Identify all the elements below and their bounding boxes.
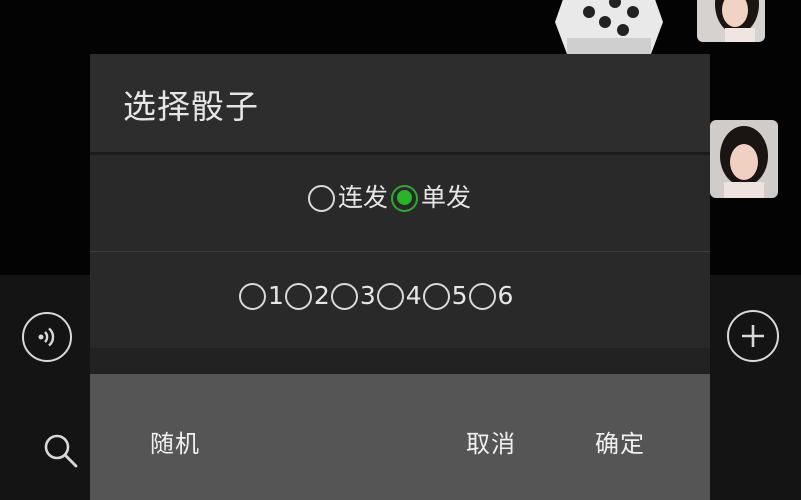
dialog-header: 选择骰子 <box>90 54 710 152</box>
avatar[interactable] <box>710 120 778 198</box>
radio-circle[interactable] <box>376 282 404 310</box>
radio-number-3[interactable]: 3 <box>330 281 377 311</box>
plus-icon <box>742 325 764 347</box>
dice-select-dialog: 选择骰子 连发 单发 1 2 3 4 5 6 随机 取消 确定 <box>90 54 710 500</box>
radio-label: 单发 <box>421 183 472 212</box>
dice-icon <box>555 0 663 54</box>
mode-radio-group: 连发 单发 <box>308 183 474 213</box>
radio-mode-single[interactable]: 单发 <box>391 183 474 213</box>
random-button[interactable]: 随机 <box>150 424 200 459</box>
radio-circle[interactable] <box>284 282 312 310</box>
radio-mode-burst[interactable]: 连发 <box>308 183 391 213</box>
radio-label: 5 <box>451 281 468 310</box>
radio-label: 4 <box>405 281 422 310</box>
input-bar-right <box>711 275 801 500</box>
mode-row: 连发 单发 <box>90 155 710 251</box>
avatar[interactable] <box>697 0 765 42</box>
radio-number-1[interactable]: 1 <box>239 281 285 311</box>
dialog-title: 选择骰子 <box>123 87 259 126</box>
radio-circle[interactable] <box>239 282 266 310</box>
cancel-button[interactable]: 取消 <box>466 424 516 459</box>
dice-message[interactable] <box>553 0 665 60</box>
radio-circle[interactable] <box>422 282 450 310</box>
radio-label: 连发 <box>338 183 389 212</box>
voice-button[interactable] <box>22 312 72 362</box>
radio-circle[interactable] <box>308 184 335 212</box>
search-icon <box>44 434 78 468</box>
search-button[interactable] <box>38 428 82 472</box>
radio-label: 1 <box>268 281 284 310</box>
radio-circle-checked[interactable] <box>391 184 419 212</box>
radio-number-2[interactable]: 2 <box>284 281 331 311</box>
radio-label: 3 <box>359 281 376 310</box>
radio-number-4[interactable]: 4 <box>376 281 423 311</box>
radio-number-5[interactable]: 5 <box>422 281 469 311</box>
radio-circle[interactable] <box>468 282 496 310</box>
dialog-spacer <box>90 348 710 374</box>
radio-label: 2 <box>313 281 330 310</box>
radio-label: 6 <box>497 281 514 310</box>
dialog-button-bar: 随机 取消 确定 <box>90 374 710 500</box>
radio-number-6[interactable]: 6 <box>468 281 515 311</box>
confirm-button[interactable]: 确定 <box>595 424 645 459</box>
radio-circle[interactable] <box>330 282 358 310</box>
voice-icon <box>38 327 55 347</box>
number-row: 1 2 3 4 5 6 <box>90 252 710 348</box>
number-radio-group: 1 2 3 4 5 6 <box>239 281 514 311</box>
chat-screen: 选择骰子 连发 单发 1 2 3 4 5 6 随机 取消 确定 <box>0 0 801 500</box>
more-button[interactable] <box>727 310 779 362</box>
